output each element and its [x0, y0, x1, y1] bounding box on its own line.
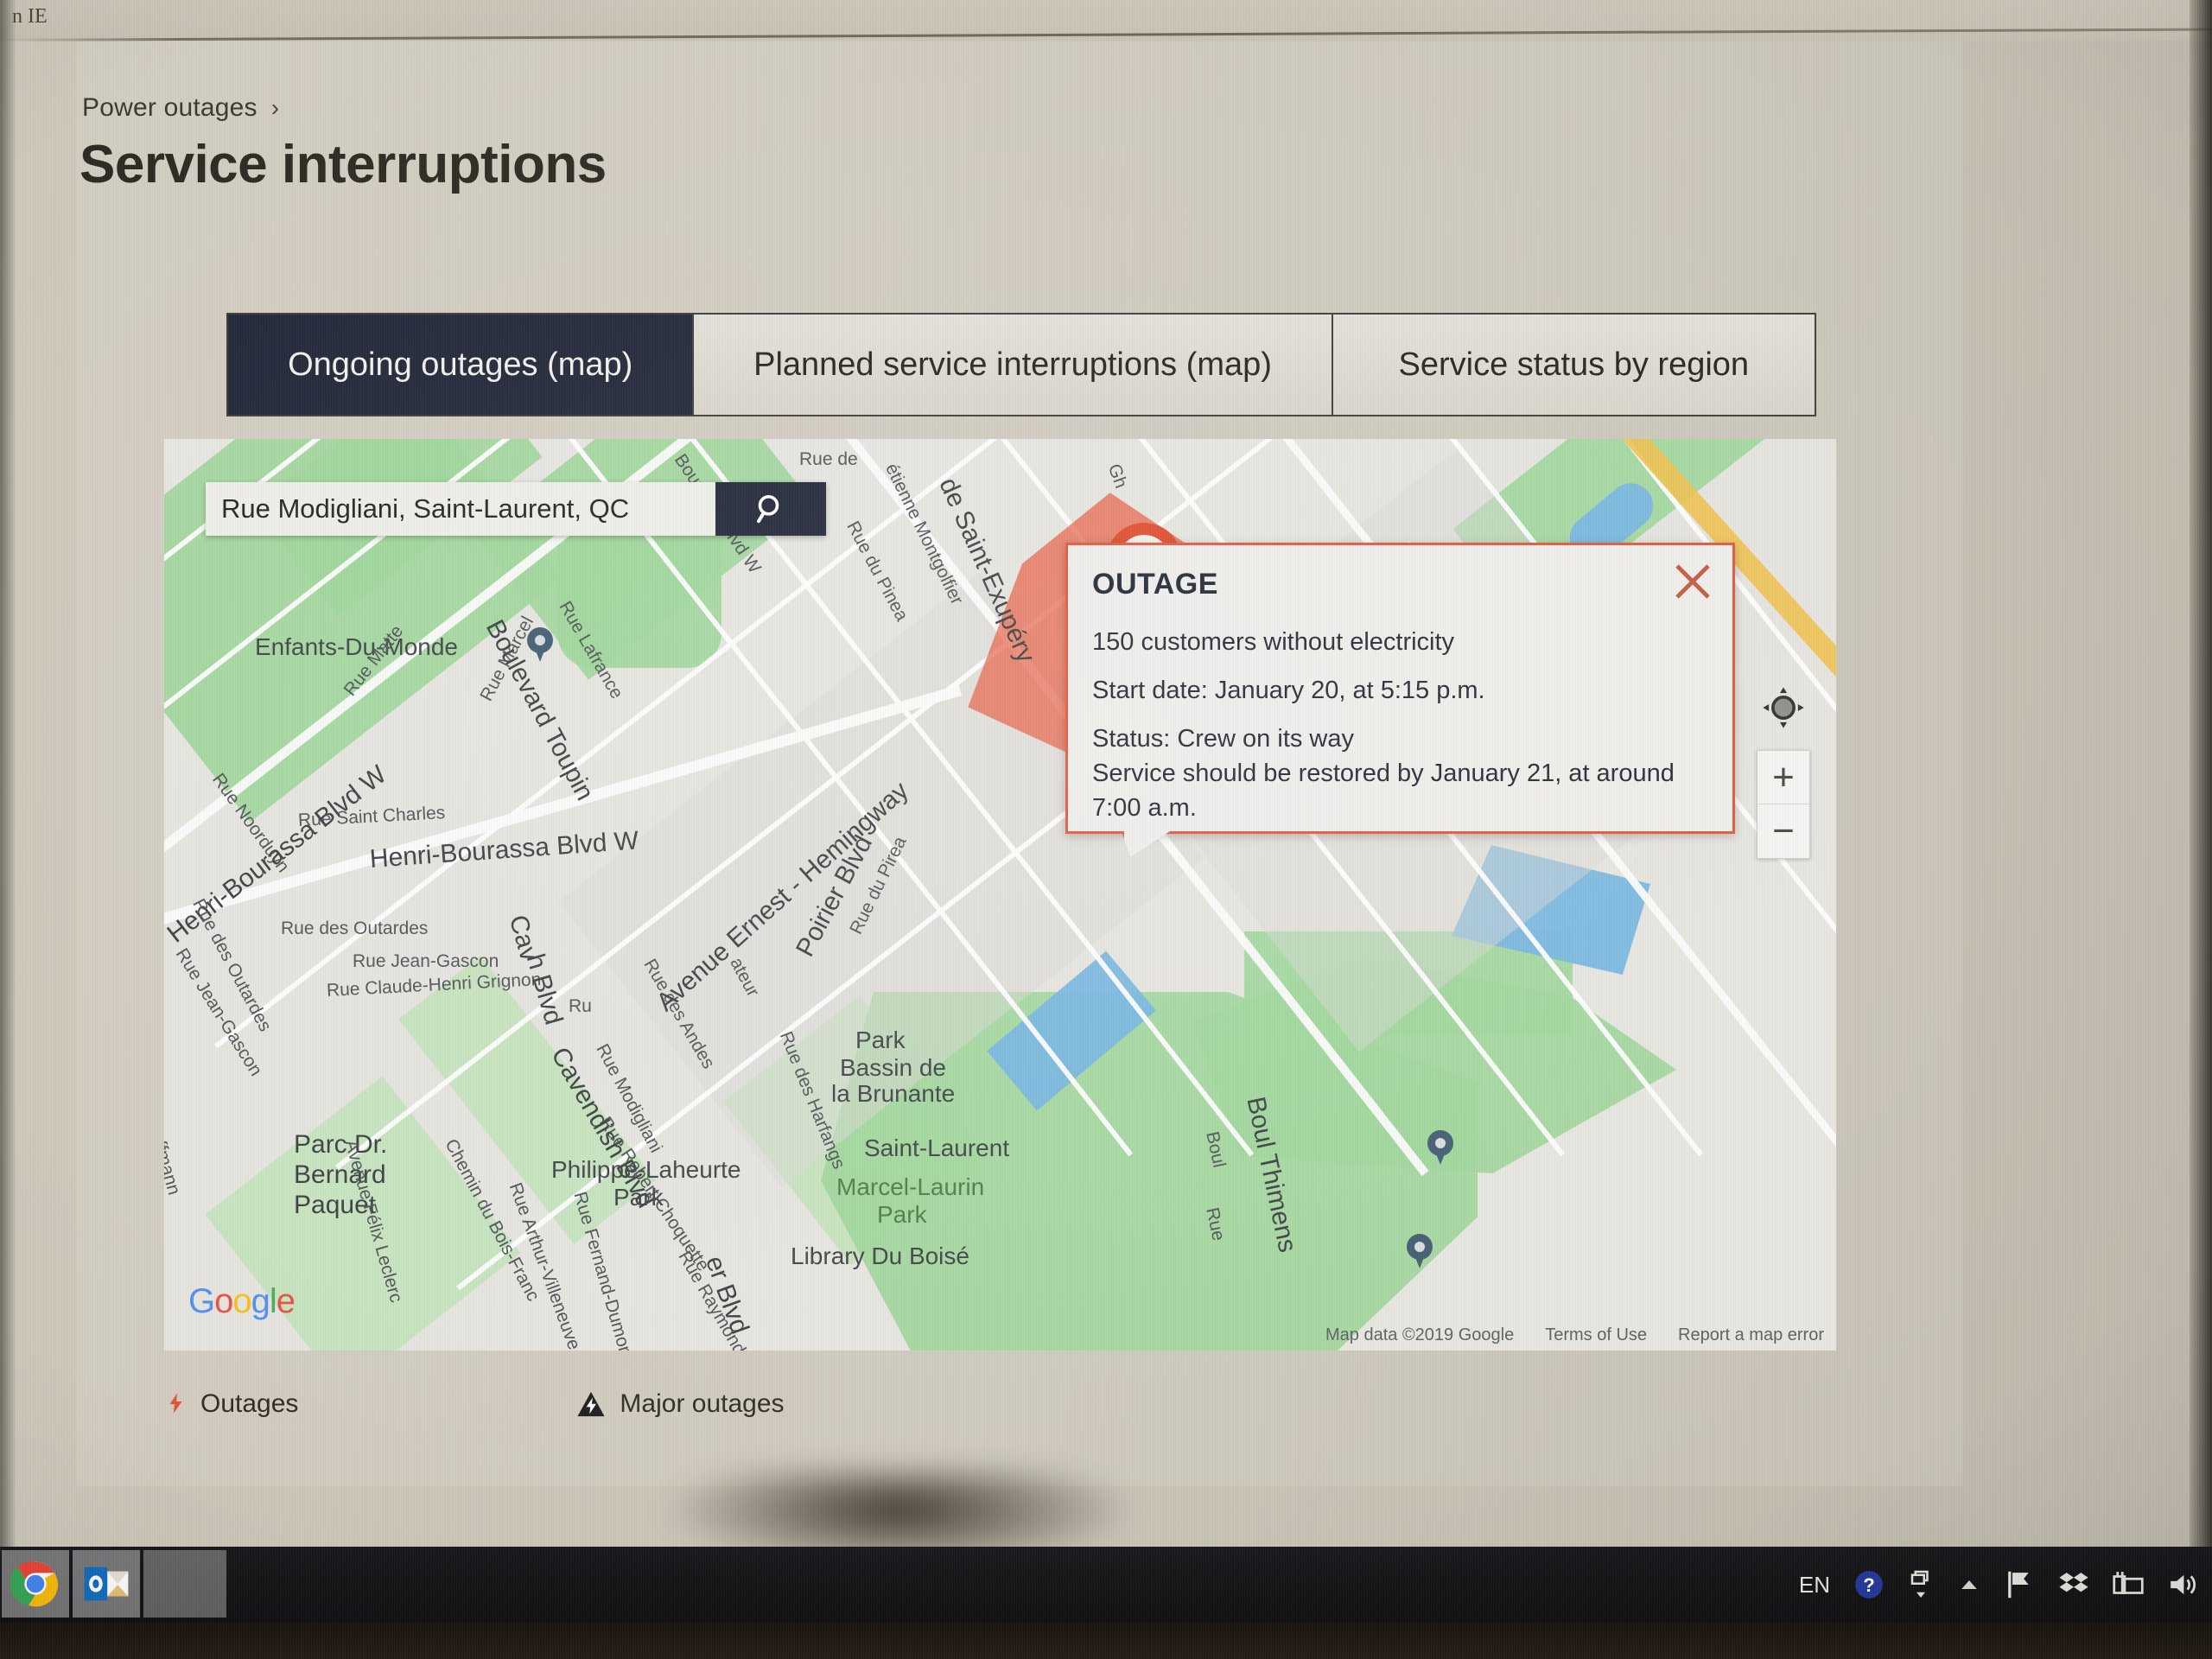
- warning-triangle-icon: [576, 1390, 606, 1418]
- tab-bar: Ongoing outages (map) Planned service in…: [226, 313, 1816, 416]
- locate-me-icon: [1763, 687, 1804, 728]
- map-label: la Brunante: [831, 1080, 956, 1107]
- zoom-in-button[interactable]: +: [1758, 751, 1809, 804]
- tab-planned-service-interruptions-map[interactable]: Planned service interruptions (map): [694, 315, 1333, 415]
- poi-marker-library-du-boise[interactable]: [1407, 1234, 1433, 1268]
- breadcrumb-link-power-outages[interactable]: Power outages: [82, 93, 257, 123]
- google-logo-e: e: [276, 1282, 296, 1320]
- outage-map[interactable]: Noël-NordServikoEnfants-Du-MondeRue Matt…: [164, 439, 1836, 1351]
- close-icon[interactable]: [1672, 561, 1713, 602]
- photo-right-edge: [2190, 0, 2212, 1547]
- map-attribution: Map data ©2019 Google Terms of Use Repor…: [1325, 1325, 1824, 1345]
- tray-language-indicator[interactable]: EN: [1799, 1572, 1830, 1599]
- report-map-error-link[interactable]: Report a map error: [1678, 1325, 1824, 1345]
- search-icon: [756, 495, 779, 524]
- dropbox-icon[interactable]: [2058, 1569, 2089, 1600]
- map-label: Philippe-Laheurte: [551, 1156, 741, 1183]
- poi-tail: [1434, 1149, 1446, 1165]
- map-label: Bassin de: [840, 1054, 946, 1081]
- taskbar-app-buttons: [0, 1547, 228, 1623]
- chevron-right-icon: ›: [270, 94, 280, 121]
- popup-customers-affected: 150 customers without electricity: [1092, 628, 1455, 656]
- tab-service-status-by-region[interactable]: Service status by region: [1332, 315, 1815, 415]
- map-label: Ru: [569, 996, 592, 1016]
- map-label: Library Du Boisé: [791, 1243, 969, 1269]
- photograph-frame: n IE Power outages › Service interruptio…: [0, 0, 2212, 1659]
- poi-tail: [1414, 1253, 1426, 1268]
- search-button[interactable]: [715, 482, 826, 536]
- terms-of-use-link[interactable]: Terms of Use: [1545, 1325, 1647, 1345]
- google-logo-o2: o: [232, 1282, 251, 1320]
- map-legend: Outages Major outages Updated at 6:00 a.…: [164, 1374, 1836, 1434]
- map-label: Enfants-Du-Monde: [255, 633, 459, 660]
- breadcrumb: Power outages ›: [82, 93, 279, 123]
- search-input[interactable]: [206, 482, 715, 536]
- desk-surface: [0, 1623, 2212, 1659]
- windows-restore-icon[interactable]: [1908, 1567, 1934, 1602]
- poi-dot: [1435, 1138, 1446, 1148]
- legend-label-major-outages: Major outages: [620, 1389, 785, 1418]
- google-logo: Google: [188, 1282, 296, 1321]
- legend-item-outages: Outages: [164, 1386, 298, 1423]
- map-address-search[interactable]: [206, 482, 826, 536]
- map-label: Saint-Laurent: [864, 1135, 1010, 1161]
- page-title: Service interruptions: [79, 135, 607, 194]
- outage-info-popup: OUTAGE 150 customers without electricity…: [1065, 543, 1735, 857]
- map-controls: + −: [1757, 681, 1810, 859]
- map-label: Park: [855, 1027, 906, 1053]
- lightning-bolt-icon: [164, 1386, 187, 1423]
- zoom-out-button[interactable]: −: [1758, 804, 1809, 858]
- poi-dot: [1414, 1242, 1425, 1252]
- poi-marker-saint-laurent[interactable]: [1427, 1130, 1453, 1165]
- chrome-taskbar-icon[interactable]: [2, 1550, 69, 1618]
- locate-me-button[interactable]: [1757, 681, 1810, 734]
- popup-start-date: Start date: January 20, at 5:15 p.m.: [1092, 677, 1485, 704]
- windows-taskbar: EN ?: [0, 1547, 2212, 1623]
- display-connect-icon[interactable]: [2112, 1569, 2145, 1600]
- tab-ongoing-outages-map[interactable]: Ongoing outages (map): [228, 315, 695, 415]
- poi-tail: [534, 646, 546, 662]
- map-label: Marcel-Laurin: [836, 1173, 985, 1200]
- browser-fragment-label: n IE: [12, 5, 48, 28]
- map-label: Park: [877, 1201, 927, 1228]
- show-hidden-icons-arrow[interactable]: [1956, 1572, 1982, 1598]
- map-data-credit: Map data ©2019 Google: [1325, 1325, 1515, 1344]
- google-logo-g1: G: [188, 1282, 215, 1320]
- popup-title: OUTAGE: [1092, 568, 1218, 601]
- popup-status: Status: Crew on its way: [1092, 725, 1354, 753]
- volume-icon[interactable]: [2167, 1569, 2198, 1600]
- svg-text:?: ?: [1863, 1574, 1875, 1596]
- map-label: Rue des Outardes: [281, 918, 429, 938]
- poi-dot: [535, 635, 545, 645]
- outlook-taskbar-icon[interactable]: [73, 1550, 140, 1618]
- google-logo-g2: g: [251, 1282, 270, 1320]
- zoom-controls: + −: [1757, 750, 1810, 859]
- photo-hand-shadow: [657, 1469, 1141, 1547]
- map-label: Rue de: [799, 449, 858, 469]
- legend-label-outages: Outages: [200, 1389, 299, 1418]
- help-icon[interactable]: ?: [1853, 1568, 1885, 1601]
- photo-left-shadow: [0, 0, 16, 1547]
- google-logo-l: l: [269, 1282, 277, 1320]
- map-label: Park: [613, 1184, 664, 1211]
- map-label: Rue Jean-Gascon: [353, 951, 499, 971]
- flag-icon[interactable]: [2005, 1569, 2036, 1600]
- taskbar-window-button[interactable]: [143, 1550, 226, 1618]
- popup-restore-estimate-line1: Service should be restored by January 21…: [1092, 760, 1675, 787]
- legend-item-major-outages: Major outages: [576, 1389, 785, 1419]
- laptop-screen: n IE Power outages › Service interruptio…: [0, 0, 2212, 1547]
- popup-restore-estimate-line2: 7:00 a.m.: [1092, 794, 1197, 822]
- system-tray: EN ?: [1799, 1547, 2198, 1623]
- google-logo-o1: o: [214, 1282, 233, 1320]
